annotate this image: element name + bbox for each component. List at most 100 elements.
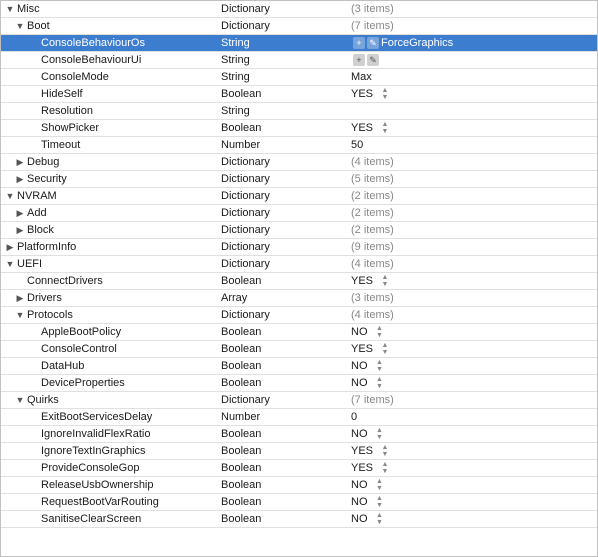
table-row[interactable]: AppleBootPolicyBooleanNO▲▼	[1, 324, 597, 341]
stepper-up[interactable]: ▲	[374, 478, 386, 485]
stepper[interactable]: ▲▼	[374, 359, 386, 373]
row-name-consolebehaviourui: ConsoleBehaviourUi	[1, 54, 221, 66]
stepper-down[interactable]: ▼	[379, 349, 391, 356]
stepper-up[interactable]: ▲	[379, 444, 391, 451]
stepper-down[interactable]: ▼	[379, 128, 391, 135]
row-type: Boolean	[221, 122, 351, 134]
stepper[interactable]: ▲▼	[379, 461, 391, 475]
stepper[interactable]: ▲▼	[374, 427, 386, 441]
table-row[interactable]: ConsoleBehaviourUiString+✎	[1, 52, 597, 69]
table-row[interactable]: QuirksDictionary(7 items)	[1, 392, 597, 409]
stepper-down[interactable]: ▼	[379, 451, 391, 458]
table-row[interactable]: ExitBootServicesDelayNumber0	[1, 409, 597, 426]
triangle-icon	[29, 72, 39, 82]
stepper-up[interactable]: ▲	[379, 274, 391, 281]
table-row[interactable]: DebugDictionary(4 items)	[1, 154, 597, 171]
stepper-up[interactable]: ▲	[374, 495, 386, 502]
table-row[interactable]: AddDictionary(2 items)	[1, 205, 597, 222]
edit-icon[interactable]: ✎	[367, 54, 379, 66]
stepper-down[interactable]: ▼	[374, 502, 386, 509]
triangle-icon[interactable]	[15, 208, 25, 218]
table-row[interactable]: ConnectDriversBooleanYES▲▼	[1, 273, 597, 290]
edit-icons[interactable]: +✎	[353, 37, 379, 49]
stepper[interactable]: ▲▼	[379, 274, 391, 288]
table-row[interactable]: ConsoleModeStringMax	[1, 69, 597, 86]
stepper-down[interactable]: ▼	[379, 468, 391, 475]
stepper[interactable]: ▲▼	[379, 342, 391, 356]
edit-icon[interactable]: ✎	[367, 37, 379, 49]
stepper[interactable]: ▲▼	[374, 512, 386, 526]
table-row[interactable]: IgnoreInvalidFlexRatioBooleanNO▲▼	[1, 426, 597, 443]
stepper-up[interactable]: ▲	[379, 87, 391, 94]
stepper-up[interactable]: ▲	[374, 376, 386, 383]
table-row[interactable]: ReleaseUsbOwnershipBooleanNO▲▼	[1, 477, 597, 494]
row-label: Resolution	[41, 105, 93, 117]
table-row[interactable]: PlatformInfoDictionary(9 items)	[1, 239, 597, 256]
stepper-up[interactable]: ▲	[379, 342, 391, 349]
stepper[interactable]: ▲▼	[379, 444, 391, 458]
triangle-icon[interactable]	[5, 4, 15, 14]
table-row[interactable]: UEFIDictionary(4 items)	[1, 256, 597, 273]
stepper-up[interactable]: ▲	[374, 512, 386, 519]
table-row[interactable]: DataHubBooleanNO▲▼	[1, 358, 597, 375]
triangle-icon[interactable]	[5, 191, 15, 201]
table-row[interactable]: IgnoreTextInGraphicsBooleanYES▲▼	[1, 443, 597, 460]
table-row[interactable]: SanitiseClearScreenBooleanNO▲▼	[1, 511, 597, 528]
stepper-down[interactable]: ▼	[379, 281, 391, 288]
add-icon[interactable]: +	[353, 37, 365, 49]
triangle-icon[interactable]	[15, 225, 25, 235]
stepper[interactable]: ▲▼	[374, 376, 386, 390]
table-row[interactable]: ConsoleControlBooleanYES▲▼	[1, 341, 597, 358]
table-row[interactable]: NVRAMDictionary(2 items)	[1, 188, 597, 205]
table-row[interactable]: BlockDictionary(2 items)	[1, 222, 597, 239]
stepper[interactable]: ▲▼	[379, 87, 391, 101]
stepper-down[interactable]: ▼	[374, 332, 386, 339]
table-row[interactable]: RequestBootVarRoutingBooleanNO▲▼	[1, 494, 597, 511]
table-row[interactable]: ProvideConsoleGopBooleanYES▲▼	[1, 460, 597, 477]
triangle-icon[interactable]	[15, 293, 25, 303]
stepper-up[interactable]: ▲	[379, 461, 391, 468]
stepper-down[interactable]: ▼	[374, 366, 386, 373]
triangle-icon[interactable]	[5, 259, 15, 269]
table-row[interactable]: SecurityDictionary(5 items)	[1, 171, 597, 188]
table-row[interactable]: ShowPickerBooleanYES▲▼	[1, 120, 597, 137]
value-text: NO	[351, 377, 368, 389]
table-row[interactable]: HideSelfBooleanYES▲▼	[1, 86, 597, 103]
add-icon[interactable]: +	[353, 54, 365, 66]
plist-editor[interactable]: MiscDictionary(3 items)BootDictionary(7 …	[0, 0, 598, 557]
stepper-up[interactable]: ▲	[374, 359, 386, 366]
stepper-up[interactable]: ▲	[374, 427, 386, 434]
triangle-icon[interactable]	[15, 395, 25, 405]
stepper-down[interactable]: ▼	[374, 434, 386, 441]
table-row[interactable]: MiscDictionary(3 items)	[1, 1, 597, 18]
row-name-consolemode: ConsoleMode	[1, 71, 221, 83]
stepper-down[interactable]: ▼	[374, 383, 386, 390]
table-row[interactable]: BootDictionary(7 items)	[1, 18, 597, 35]
triangle-icon[interactable]	[15, 310, 25, 320]
row-label: SanitiseClearScreen	[41, 513, 141, 525]
stepper[interactable]: ▲▼	[379, 121, 391, 135]
table-row[interactable]: TimeoutNumber50	[1, 137, 597, 154]
table-row[interactable]: DevicePropertiesBooleanNO▲▼	[1, 375, 597, 392]
stepper[interactable]: ▲▼	[374, 495, 386, 509]
stepper-up[interactable]: ▲	[374, 325, 386, 332]
stepper-down[interactable]: ▼	[374, 519, 386, 526]
row-value: YES▲▼	[351, 444, 597, 458]
stepper[interactable]: ▲▼	[374, 325, 386, 339]
row-value: +✎	[351, 54, 597, 66]
edit-icons[interactable]: +✎	[353, 54, 379, 66]
row-name-requestbootvarrouting: RequestBootVarRouting	[1, 496, 221, 508]
stepper-down[interactable]: ▼	[379, 94, 391, 101]
stepper[interactable]: ▲▼	[374, 478, 386, 492]
triangle-icon[interactable]	[15, 174, 25, 184]
table-row[interactable]: ConsoleBehaviourOsString+✎ForceGraphics	[1, 35, 597, 52]
triangle-icon[interactable]	[15, 157, 25, 167]
stepper-down[interactable]: ▼	[374, 485, 386, 492]
triangle-icon[interactable]	[5, 242, 15, 252]
table-row[interactable]: ProtocolsDictionary(4 items)	[1, 307, 597, 324]
stepper-up[interactable]: ▲	[379, 121, 391, 128]
triangle-icon[interactable]	[15, 21, 25, 31]
table-row[interactable]: ResolutionString	[1, 103, 597, 120]
row-value: (7 items)	[351, 394, 597, 406]
table-row[interactable]: DriversArray(3 items)	[1, 290, 597, 307]
